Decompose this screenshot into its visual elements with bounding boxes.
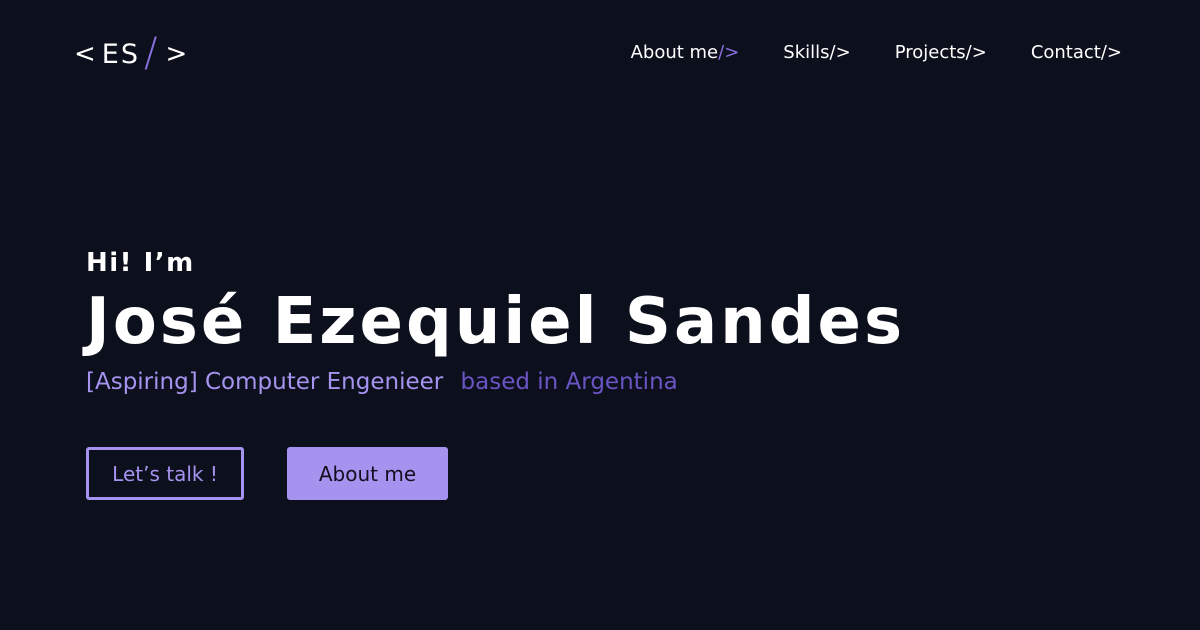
nav-item-suffix: /> <box>829 42 851 63</box>
nav-item-about-me[interactable]: About me/> <box>631 42 740 63</box>
hero-greeting: Hi! I’m <box>86 248 195 278</box>
main-nav: About me/> Skills/> Projects/> Contact/> <box>631 42 1122 63</box>
nav-item-contact[interactable]: Contact/> <box>1031 42 1122 63</box>
logo[interactable]: < ES / > <box>74 30 190 76</box>
nav-item-projects[interactable]: Projects/> <box>895 42 987 63</box>
about-me-button[interactable]: About me <box>287 447 448 500</box>
nav-item-skills[interactable]: Skills/> <box>783 42 850 63</box>
logo-close-bracket: > <box>165 39 190 69</box>
logo-slash: / <box>144 30 160 76</box>
hero-name: José Ezequiel Sandes <box>86 285 906 359</box>
nav-item-suffix: /> <box>718 42 740 63</box>
nav-item-label: Contact <box>1030 42 1101 63</box>
nav-item-suffix: /> <box>1100 42 1122 63</box>
logo-open-bracket: < <box>74 39 98 69</box>
hero-section: Hi! I’m José Ezequiel Sandes [Aspiring] … <box>86 244 905 398</box>
nav-item-label: Projects <box>894 42 966 63</box>
lets-talk-button[interactable]: Let’s talk ! <box>86 447 244 500</box>
hero-location: based in Argentina <box>460 369 678 395</box>
nav-item-suffix: /> <box>965 42 987 63</box>
logo-initials: ES <box>101 38 140 70</box>
hero-subtitle: [Aspiring] Computer Engenieer based in A… <box>86 366 905 398</box>
hero-role: [Aspiring] Computer Engenieer <box>86 369 444 395</box>
nav-item-label: Skills <box>783 42 830 63</box>
nav-item-label: About me <box>630 42 719 63</box>
